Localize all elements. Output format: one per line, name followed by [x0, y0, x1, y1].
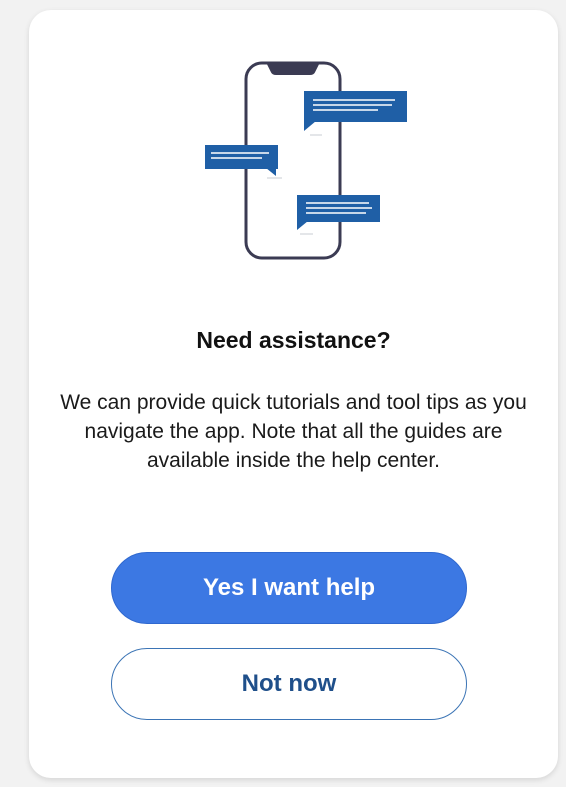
accept-help-button[interactable]: Yes I want help — [111, 552, 467, 624]
dialog-message: We can provide quick tutorials and tool … — [60, 391, 527, 472]
accept-help-button-label: Yes I want help — [202, 574, 376, 601]
decline-help-button[interactable]: Not now — [111, 648, 467, 720]
dialog-title: Need assistance? — [196, 327, 391, 353]
decline-help-button-label: Not now — [241, 670, 337, 697]
